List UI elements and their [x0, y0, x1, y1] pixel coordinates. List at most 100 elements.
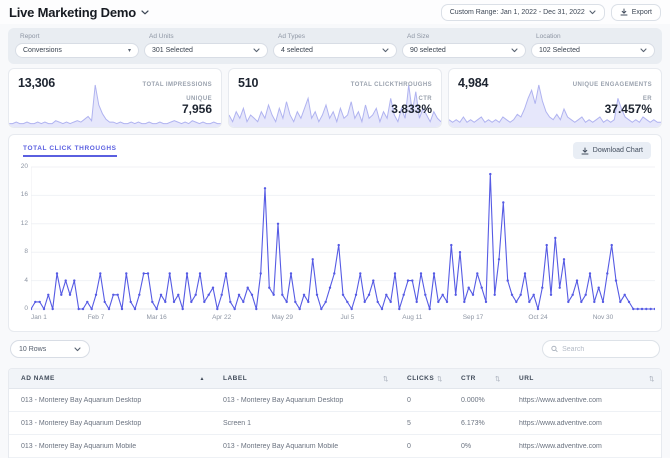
dropdown-triangle-icon: ▾	[127, 47, 131, 54]
filter-bar: Report Conversions ▾ Ad Units 301 Selected Ad…	[8, 28, 662, 64]
column-header-ctr[interactable]: CTR ⇅	[449, 375, 507, 383]
sort-ascending-icon[interactable]: ▲	[200, 376, 205, 382]
column-label: LABEL	[223, 375, 248, 382]
chart-x-tick: Aug 11	[402, 314, 423, 321]
chart-x-tick: Jul 5	[340, 314, 355, 321]
column-header-label[interactable]: LABEL ⇅	[211, 375, 395, 383]
table-row: 013 - Monterey Bay Aquarium Desktop 013 -…	[9, 389, 661, 412]
filter-select-ad-size[interactable]: 90 selected	[402, 43, 526, 58]
chart-x-tick: Apr 22	[212, 314, 232, 321]
filter-location: Location 102 Selected	[531, 33, 655, 58]
chevron-down-icon[interactable]	[141, 9, 149, 15]
data-table: AD NAME ▲ LABEL ⇅ CLICKS ⇅ CTR ⇅ URL ⇅ 013 - Mont…	[8, 368, 662, 458]
download-icon	[581, 147, 589, 154]
date-range-label: Custom Range: Jan 1, 2022 - Dec 31, 2022	[449, 8, 585, 16]
filter-report: Report Conversions ▾	[15, 33, 139, 58]
cell-url[interactable]: https://www.adventive.com	[507, 443, 661, 450]
stat-card-total-impressions: 13,306 TOTAL IMPRESSIONS UNIQUE 7,956	[8, 68, 222, 128]
stat-primary-label: TOTAL CLICKTHROUGHS	[350, 82, 432, 88]
chart-x-tick: Oct 24	[528, 314, 548, 321]
stat-primary-label: TOTAL IMPRESSIONS	[142, 82, 212, 88]
table-controls: 10 Rows	[10, 340, 660, 358]
stat-secondary-value: 7,956	[181, 102, 212, 116]
cell-ad-name: 013 - Monterey Bay Aquarium Desktop	[21, 396, 142, 404]
rows-per-page-select[interactable]: 10 Rows	[10, 340, 90, 358]
sort-icon[interactable]: ⇅	[649, 375, 655, 383]
chevron-down-icon	[511, 48, 518, 53]
cell-ctr: 0.000%	[461, 396, 485, 404]
stat-primary-value: 4,984	[458, 76, 489, 90]
export-button[interactable]: Export	[610, 3, 661, 21]
chart-x-tick: Mar 16	[146, 314, 167, 321]
filter-value: 4 selected	[281, 47, 313, 54]
filter-label: Ad Types	[278, 33, 305, 40]
chevron-down-icon	[253, 48, 260, 53]
table-row: 013 - Monterey Bay Aquarium Desktop Scree…	[9, 412, 661, 435]
cell-clicks: 0	[407, 442, 411, 450]
column-header-url[interactable]: URL ⇅	[507, 375, 661, 383]
chart-card: TOTAL CLICK THROUGHS Download Chart Jan …	[8, 134, 662, 332]
chart-x-tick: May 29	[271, 314, 293, 321]
chevron-down-icon	[382, 48, 389, 53]
stat-secondary-value: 3.833%	[391, 102, 432, 116]
chart-y-tick: 12	[20, 219, 28, 227]
sort-icon[interactable]: ⇅	[495, 375, 501, 383]
download-icon	[620, 8, 628, 16]
date-range-selector[interactable]: Custom Range: Jan 1, 2022 - Dec 31, 2022	[440, 3, 605, 21]
filter-select-location[interactable]: 102 Selected	[531, 43, 655, 58]
column-label: URL	[519, 375, 534, 382]
sort-icon[interactable]: ⇅	[437, 375, 443, 383]
cell-label: 013 - Monterey Bay Aquarium Desktop	[223, 396, 344, 404]
chart-x-tick: Jan 1	[31, 314, 47, 321]
cell-ctr: 0%	[461, 442, 472, 450]
rows-per-page-value: 10 Rows	[19, 345, 47, 353]
column-header-ad-name[interactable]: AD NAME ▲	[9, 375, 211, 382]
filter-label: Ad Units	[149, 33, 174, 40]
filter-label: Report	[20, 33, 40, 40]
cell-clicks: 5	[407, 419, 411, 427]
stat-cards: 13,306 TOTAL IMPRESSIONS UNIQUE 7,956 510 TOT…	[8, 68, 662, 128]
filter-select-report[interactable]: Conversions ▾	[15, 43, 139, 58]
stat-primary-value: 510	[238, 76, 259, 90]
chevron-down-icon	[640, 48, 647, 53]
filter-label: Location	[536, 33, 561, 40]
filter-value: 301 Selected	[152, 47, 193, 54]
sort-icon[interactable]: ⇅	[383, 375, 389, 383]
download-chart-label: Download Chart	[592, 147, 643, 154]
cell-url[interactable]: https://www.adventive.com	[507, 397, 661, 404]
column-label: AD NAME	[21, 375, 55, 382]
cell-label: 013 - Monterey Bay Aquarium Mobile	[223, 442, 339, 450]
search-box	[542, 340, 660, 358]
tab-total-click-throughs[interactable]: TOTAL CLICK THROUGHS	[23, 145, 117, 157]
table-body: 013 - Monterey Bay Aquarium Desktop 013 -…	[9, 389, 661, 458]
total-click-throughs-chart[interactable]	[31, 165, 655, 311]
stat-card-total-clickthroughs: 510 TOTAL CLICKTHROUGHS CTR 3.833%	[228, 68, 442, 128]
table-row: 013 - Monterey Bay Aquarium Mobile 013 - …	[9, 435, 661, 458]
column-header-clicks[interactable]: CLICKS ⇅	[395, 375, 449, 383]
chevron-down-icon	[589, 9, 596, 14]
search-icon	[551, 345, 558, 353]
chart-x-tick: Feb 7	[87, 314, 105, 321]
chevron-down-icon	[74, 346, 81, 351]
filter-select-ad-types[interactable]: 4 selected	[273, 43, 397, 58]
column-label: CTR	[461, 375, 476, 382]
chart-y-tick: 8	[24, 248, 28, 256]
stat-card-unique-engagements: 4,984 UNIQUE ENGAGEMENTS ER 37.457%	[448, 68, 662, 128]
filter-value: 90 selected	[410, 47, 446, 54]
cell-ad-name: 013 - Monterey Bay Aquarium Desktop	[21, 419, 142, 427]
cell-ad-name: 013 - Monterey Bay Aquarium Mobile	[21, 442, 137, 450]
cell-clicks: 0	[407, 396, 411, 404]
chart-y-tick: 4	[24, 276, 28, 284]
stat-primary-value: 13,306	[18, 76, 56, 90]
stat-secondary-value: 37.457%	[604, 102, 652, 116]
filter-select-ad-units[interactable]: 301 Selected	[144, 43, 268, 58]
stat-primary-label: UNIQUE ENGAGEMENTS	[572, 82, 652, 88]
download-chart-button[interactable]: Download Chart	[572, 142, 651, 159]
cell-label: Screen 1	[223, 419, 252, 427]
chart-x-tick: Nov 30	[592, 314, 614, 321]
cell-url[interactable]: https://www.adventive.com	[507, 420, 661, 427]
column-label: CLICKS	[407, 375, 435, 382]
search-input[interactable]	[562, 345, 651, 353]
filter-ad-size: Ad Size 90 selected	[402, 33, 526, 58]
filter-ad-types: Ad Types 4 selected	[273, 33, 397, 58]
